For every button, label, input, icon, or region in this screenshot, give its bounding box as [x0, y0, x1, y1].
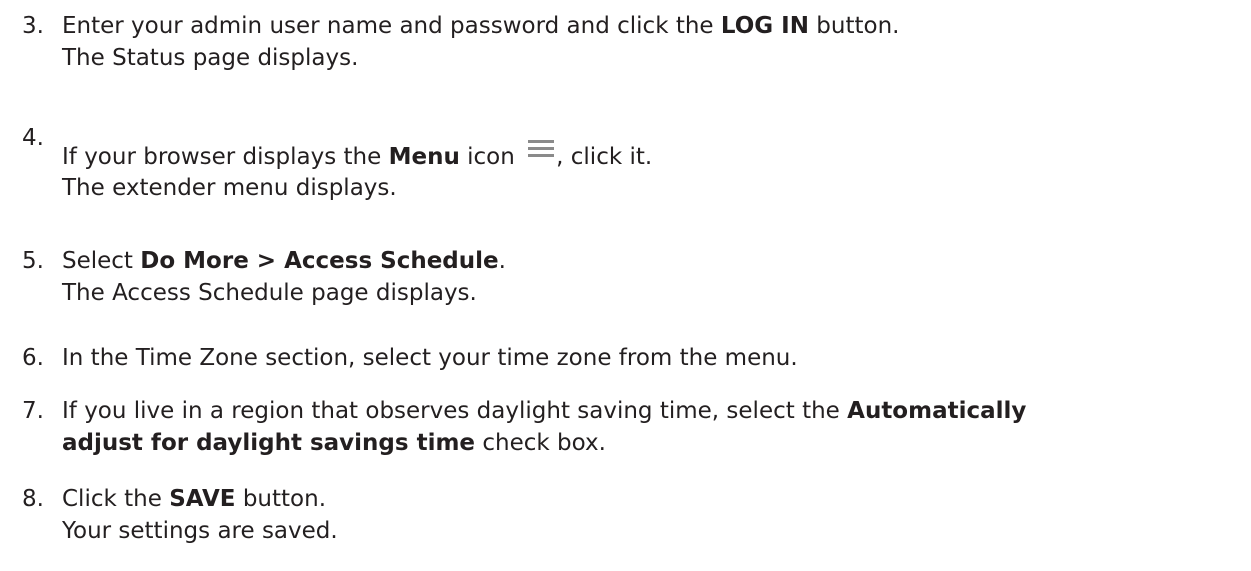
step-instruction: If you live in a region that observes da…: [62, 398, 1027, 424]
step-number: 3.: [22, 13, 44, 39]
step-body: If you live in a region that observes da…: [62, 395, 1247, 459]
step-result: The Access Schedule page displays.: [62, 280, 477, 306]
step-number: 4.: [22, 125, 44, 151]
step-instruction: In the Time Zone section, select your ti…: [62, 345, 798, 371]
step-instruction: If your browser displays the Menu icon ,…: [62, 140, 1247, 172]
step-body: Select Do More > Access Schedule. The Ac…: [62, 245, 1247, 309]
step-number: 6.: [22, 345, 44, 371]
ui-label-menu: Menu: [388, 144, 460, 170]
step-body: Click the SAVE button. Your settings are…: [62, 483, 1247, 547]
ui-label-log-in: LOG IN: [720, 13, 809, 39]
ui-label-checkbox-part2: adjust for daylight savings time: [62, 430, 476, 456]
step-instruction: Enter your admin user name and password …: [62, 13, 900, 39]
step-result: The extender menu displays.: [62, 175, 397, 201]
step-result: Your settings are saved.: [62, 518, 338, 544]
hamburger-menu-icon: [528, 140, 555, 158]
step-number: 5.: [22, 248, 44, 274]
step-body: If your browser displays the Menu icon ,…: [62, 140, 1247, 204]
step-body: Enter your admin user name and password …: [62, 10, 1247, 74]
ui-label-save: SAVE: [169, 486, 236, 512]
ui-label-checkbox-part1: Automatically: [847, 398, 1027, 424]
step-number: 8.: [22, 486, 44, 512]
step-result: The Status page displays.: [62, 45, 359, 71]
step-body: In the Time Zone section, select your ti…: [62, 342, 1247, 374]
step-instruction: Select Do More > Access Schedule.: [62, 248, 506, 274]
step-instruction: Click the SAVE button.: [62, 486, 326, 512]
ui-label-menu-path: Do More > Access Schedule: [140, 248, 499, 274]
step-number: 7.: [22, 398, 44, 424]
step-instruction-continued: adjust for daylight savings time check b…: [62, 430, 606, 456]
